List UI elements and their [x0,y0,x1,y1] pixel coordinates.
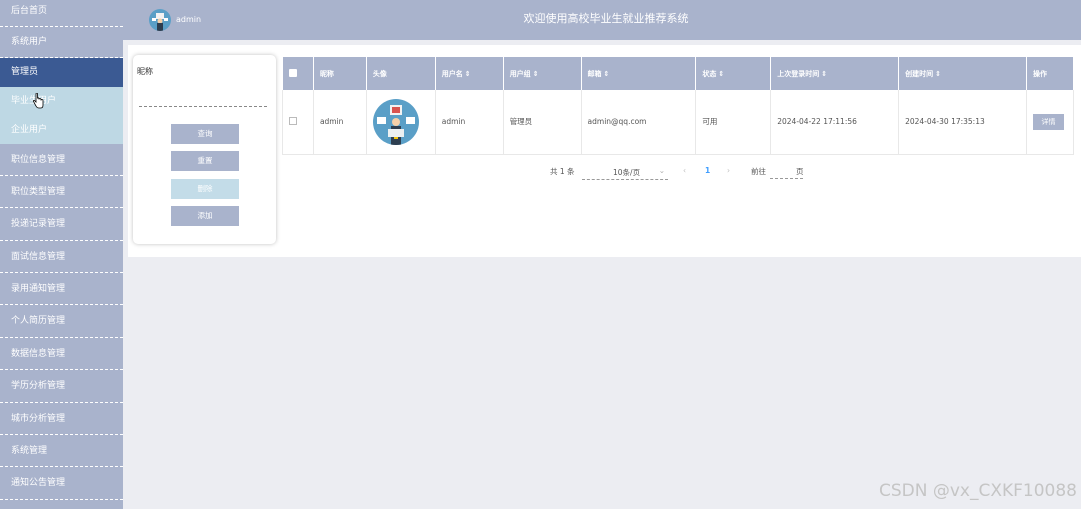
col-status[interactable]: 状态 ⇕ [695,57,772,90]
sort-icon[interactable]: ⇕ [604,70,610,78]
col-group-label: 用户组 [509,69,531,78]
sort-icon[interactable]: ⇕ [718,70,724,78]
col-avatar-label: 头像 [372,69,387,78]
row-select-cell [282,90,314,155]
page-size-value: 10条/页 [613,168,641,177]
search-panel: 昵称 查询 重置 删除 添加 [133,55,276,244]
page-size-select[interactable]: 10条/页 ⌄ [582,166,668,180]
avatar [372,98,419,145]
sidebar-item-data-info[interactable]: 数据信息管理 [0,338,123,371]
goto-label: 前往 [751,167,766,176]
sidebar-item-system-management[interactable]: 系统管理 [0,435,123,468]
col-email-label: 邮箱 [587,69,602,78]
sidebar-item-graduate-users[interactable]: 毕业生用户 [0,87,123,116]
cell-username: admin [435,90,504,155]
detail-button[interactable]: 详情 [1032,113,1064,130]
sidebar-item-home[interactable]: 后台首页 [0,0,123,27]
cell-group: 管理员 [503,90,582,155]
col-last-login-label: 上次登录时间 [777,69,820,78]
col-status-label: 状态 [702,69,717,78]
cell-action: 详情 [1026,90,1075,155]
sidebar-item-delivery-records[interactable]: 投递记录管理 [0,208,123,241]
col-username[interactable]: 用户名 ⇕ [435,57,504,90]
add-button[interactable]: 添加 [171,206,239,226]
admin-table: 昵称 头像 用户名 ⇕ 用户组 ⇕ 邮箱 ⇕ 状态 ⇕ 上次登录时间 ⇕ 创建时间 ⇕ 操作… [282,57,1075,155]
hand-cursor-icon [32,93,44,109]
col-username-label: 用户名 [441,69,463,78]
goto-page-input[interactable] [770,178,803,179]
sidebar-item-company-users[interactable]: 企业用户 [0,116,123,144]
page-unit-label: 页 [796,167,804,176]
col-created[interactable]: 创建时间 ⇕ [898,57,1027,90]
watermark: CSDN @vx_CXKF10088 [878,481,1077,501]
page-number-current[interactable]: 1 [705,166,710,175]
query-button[interactable]: 查询 [171,124,239,144]
col-created-label: 创建时间 [905,69,934,78]
cell-nickname: admin [313,90,367,155]
sidebar-item-job-info[interactable]: 职位信息管理 [0,144,123,176]
col-nickname: 昵称 [313,57,367,90]
col-action-label: 操作 [1032,69,1047,78]
sidebar-item-city-analysis[interactable]: 城市分析管理 [0,403,123,436]
sidebar-submenu: 毕业生用户 企业用户 [0,87,123,144]
sidebar-item-education-analysis[interactable]: 学历分析管理 [0,370,123,403]
nickname-label: 昵称 [137,67,153,76]
sort-icon[interactable]: ⇕ [935,70,941,78]
col-last-login[interactable]: 上次登录时间 ⇕ [770,57,900,90]
cell-created: 2024-04-30 17:35:13 [898,90,1027,155]
delete-button[interactable]: 删除 [171,179,239,199]
sidebar-item-admin[interactable]: 管理员 [0,58,123,87]
cell-last-login: 2024-04-22 17:11:56 [770,90,900,155]
col-email[interactable]: 邮箱 ⇕ [581,57,697,90]
col-avatar: 头像 [366,57,436,90]
sort-icon[interactable]: ⇕ [465,70,471,78]
sidebar-item-system-users[interactable]: 系统用户 [0,27,123,58]
sidebar-item-announcements[interactable]: 通知公告管理 [0,467,123,500]
sidebar-item-offer-notice[interactable]: 录用通知管理 [0,273,123,306]
reset-button[interactable]: 重置 [171,151,239,171]
sort-icon[interactable]: ⇕ [533,70,539,78]
table-row: admin admin 管理员 admin@qq.com 可用 2024-04-… [282,90,1075,155]
nickname-input[interactable] [139,99,267,107]
table-header-row: 昵称 头像 用户名 ⇕ 用户组 ⇕ 邮箱 ⇕ 状态 ⇕ 上次登录时间 ⇕ 创建时间 ⇕ 操作 [282,57,1075,90]
next-page-button[interactable]: › [727,166,730,175]
cell-avatar [366,90,436,155]
col-nickname-label: 昵称 [319,69,334,78]
sidebar-menu: 后台首页 系统用户 管理员 毕业生用户 企业用户 职位信息管理 职位类型管理 投… [0,0,123,509]
cell-email: admin@qq.com [581,90,697,155]
row-checkbox[interactable] [289,116,297,125]
pagination-total: 共 1 条 [550,167,575,176]
sidebar-item-resume[interactable]: 个人简历管理 [0,305,123,338]
prev-page-button[interactable]: ‹ [683,166,686,175]
cell-status: 可用 [695,90,772,155]
sidebar-item-interview-info[interactable]: 面试信息管理 [0,241,123,274]
page-title: 欢迎使用高校毕业生就业推荐系统 [523,12,689,25]
select-all-column[interactable] [282,57,314,90]
top-header: admin 欢迎使用高校毕业生就业推荐系统 [123,0,1081,40]
col-action: 操作 [1026,57,1075,90]
chevron-down-icon: ⌄ [658,166,665,175]
sort-icon[interactable]: ⇕ [821,70,827,78]
select-all-checkbox[interactable] [288,68,297,77]
col-group[interactable]: 用户组 ⇕ [503,57,582,90]
sidebar-item-job-type[interactable]: 职位类型管理 [0,176,123,209]
